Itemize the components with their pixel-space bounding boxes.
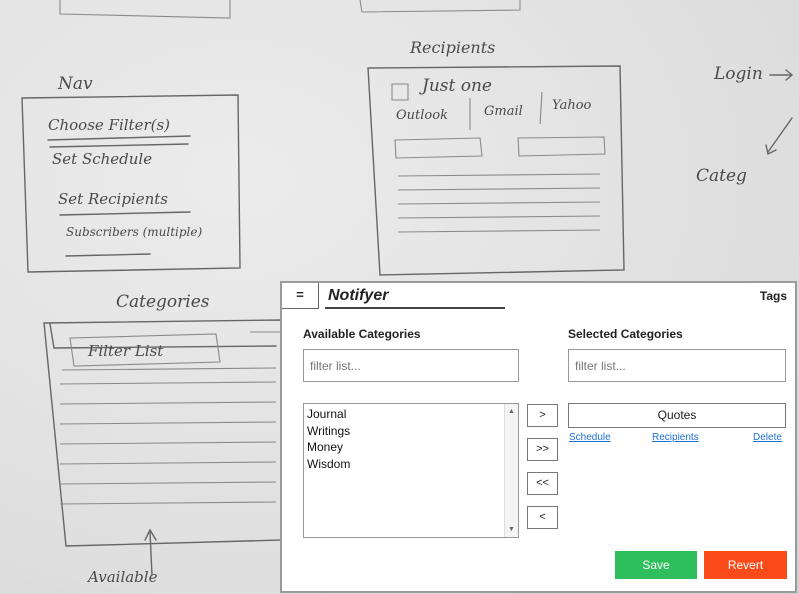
scroll-down-arrow-icon[interactable]: ▼: [505, 523, 518, 536]
menu-button[interactable]: =: [282, 283, 319, 309]
list-item-money[interactable]: Money: [307, 439, 350, 456]
scroll-up-arrow-icon[interactable]: ▲: [505, 405, 518, 418]
sketch-just-one-label: Just one: [422, 76, 492, 96]
remove-one-button[interactable]: <: [527, 506, 558, 529]
app-title: Notifyer: [328, 287, 389, 304]
sketch-nav-item: Subscribers (multiple): [66, 225, 203, 239]
selected-categories-heading: Selected Categories: [568, 327, 683, 341]
title-underline: [325, 307, 505, 309]
list-item-writings[interactable]: Writings: [307, 423, 350, 440]
sketch-nav-item: Set Recipients: [58, 190, 168, 208]
schedule-link[interactable]: Schedule: [569, 432, 611, 443]
remove-all-button[interactable]: <<: [527, 472, 558, 495]
sketch-login-label: Login: [714, 64, 763, 84]
available-filter-input[interactable]: [303, 349, 519, 382]
sketch-filter-list-label: Filter List: [88, 342, 164, 360]
recipients-link[interactable]: Recipients: [652, 432, 699, 443]
list-item-wisdom[interactable]: Wisdom: [307, 456, 350, 473]
tags-link[interactable]: Tags: [760, 289, 787, 303]
revert-button[interactable]: Revert: [704, 551, 787, 579]
selected-filter-input[interactable]: [568, 349, 786, 382]
sketch-provider-label: Yahoo: [552, 98, 592, 113]
list-scrollbar[interactable]: ▲ ▼: [504, 404, 518, 537]
sketch-categories-title: Categories: [116, 292, 210, 312]
sketch-categ-label: Categ: [696, 166, 747, 186]
add-all-button[interactable]: >>: [527, 438, 558, 461]
sketch-available-label: Available: [88, 568, 158, 586]
notifyer-window: = Notifyer Tags Available Categories Sel…: [280, 281, 797, 593]
available-categories-list: Journal Writings Money Wisdom ▲ ▼: [303, 403, 519, 538]
save-button[interactable]: Save: [615, 551, 697, 579]
sketch-recipients-title: Recipients: [410, 38, 496, 57]
app-header: = Notifyer Tags: [282, 283, 795, 309]
selected-category-quotes[interactable]: Quotes: [568, 403, 786, 428]
add-one-button[interactable]: >: [527, 404, 558, 427]
list-item-journal[interactable]: Journal: [307, 406, 350, 423]
available-categories-heading: Available Categories: [303, 327, 421, 341]
sketch-provider-label: Gmail: [484, 104, 523, 119]
sketch-nav-title: Nav: [58, 74, 93, 94]
sketch-nav-item: Set Schedule: [52, 150, 153, 168]
sketch-provider-label: Outlook: [396, 108, 448, 123]
delete-link[interactable]: Delete: [753, 432, 782, 443]
sketch-nav-item: Choose Filter(s): [48, 116, 171, 134]
available-items: Journal Writings Money Wisdom: [307, 406, 350, 472]
